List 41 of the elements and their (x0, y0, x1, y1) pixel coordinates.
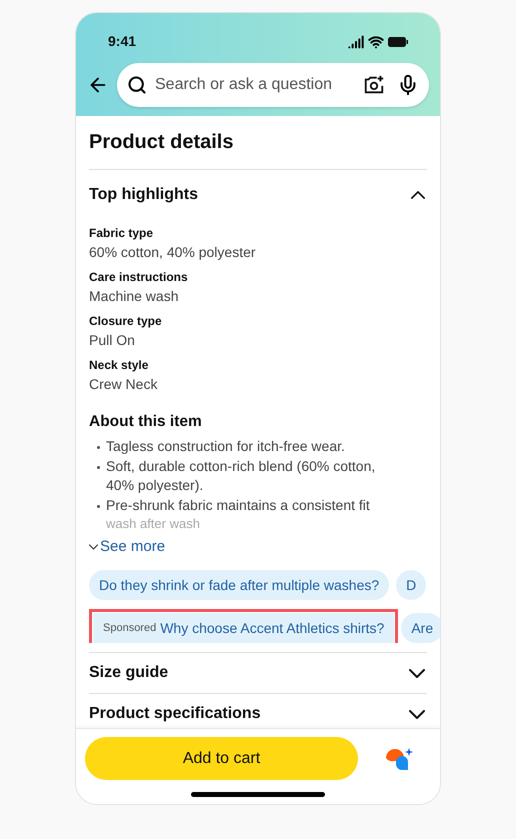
expand-icon (409, 710, 425, 718)
field-value: 60% cotton, 40% polyester (89, 243, 257, 261)
search-field[interactable]: Search or ask a question (117, 63, 429, 107)
signal-icon (348, 34, 364, 50)
field-value: Machine wash (89, 287, 180, 305)
field-label: Closure type (89, 313, 163, 329)
chevron-icon (89, 544, 98, 550)
collapse-icon (411, 191, 425, 199)
page-title: Product details (89, 130, 234, 155)
add-to-cart-button[interactable]: Add to cart (85, 737, 358, 780)
field-label: Fabric type (89, 225, 154, 241)
bullet-icon (97, 446, 100, 449)
bullet-icon (97, 466, 100, 468)
question-chip[interactable]: Are (401, 613, 440, 643)
bullet-icon (97, 504, 100, 508)
search-icon (127, 75, 147, 95)
see-more-link[interactable]: See more (89, 537, 166, 557)
field-value: Pull On (89, 331, 136, 349)
section-title: About this item (89, 412, 203, 432)
section-header[interactable]: Product specifications (89, 694, 427, 728)
field-value: Crew Neck (89, 375, 158, 393)
section-header[interactable]: Top highlights (89, 170, 427, 225)
battery-icon (388, 36, 408, 46)
question-chip[interactable]: Sponsored Why choose Accent Athletics shirts? (93, 613, 394, 643)
search-input[interactable]: Search or ask a question (155, 73, 355, 97)
sponsored-label: Sponsored (103, 620, 156, 636)
chip-text: Why choose Accent Athletics shirts? (160, 618, 384, 638)
faded-text: wash after wash (106, 516, 200, 531)
section-header[interactable]: Size guide (89, 653, 427, 693)
status-time: 9:41 (108, 32, 136, 51)
wifi-icon (368, 34, 384, 50)
question-chip[interactable]: Do they shrink or fade after multiple washes? (89, 570, 390, 600)
expand-icon (409, 668, 425, 678)
assistant-icon[interactable] (384, 746, 414, 772)
field-label: Care instructions (89, 269, 189, 285)
bullet-text: Soft, durable cotton-rich blend (60% cotton, 40% polyester). (106, 456, 376, 495)
field-label: Neck style (89, 357, 150, 373)
question-chip[interactable]: D (396, 570, 426, 600)
bullet-text: Pre-shrunk fabric maintains a consistent fit (106, 496, 370, 514)
camera-icon[interactable] (363, 74, 385, 96)
bullet-text: Tagless construction for itch-free wear. (106, 437, 345, 456)
